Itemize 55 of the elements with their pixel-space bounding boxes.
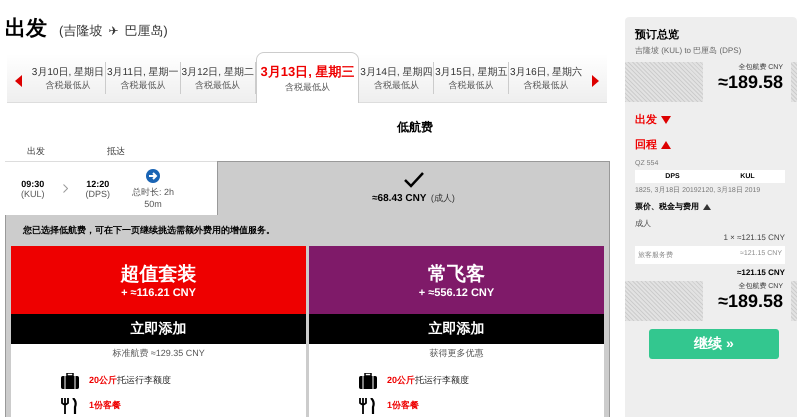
add-button[interactable]: 立即添加 bbox=[11, 314, 306, 344]
departure-code: (KUL) bbox=[21, 188, 45, 198]
check-icon bbox=[404, 172, 424, 188]
add-button[interactable]: 立即添加 bbox=[309, 314, 604, 344]
luggage-icon bbox=[359, 372, 377, 388]
bundle-note: 标准航费 ≈129.35 CNY bbox=[111, 347, 206, 360]
previous-arrow-icon[interactable] bbox=[15, 75, 23, 87]
fare-price: ≈68.43 CNY bbox=[372, 192, 426, 204]
luggage-icon bbox=[61, 372, 79, 388]
leg-toggle[interactable]: 回程 bbox=[635, 137, 797, 152]
date-tab[interactable]: 3月13日, 星期三 含税最低从 bbox=[256, 52, 360, 103]
feature-text: 1份客餐 bbox=[387, 399, 420, 412]
date-tab[interactable]: 3月10日, 星期日 含税最低从 bbox=[30, 62, 106, 94]
column-header: 出发 bbox=[27, 144, 45, 158]
summary-route: 吉隆坡 (KUL) to 巴厘岛 (DPS) bbox=[635, 45, 742, 56]
bundle-name: 超值套装 bbox=[120, 263, 196, 287]
date-tab[interactable]: 3月16日, 星期六 含税最低从 bbox=[509, 62, 584, 94]
summary-title: 预订总览 bbox=[635, 28, 680, 42]
next-arrow-icon[interactable] bbox=[591, 75, 600, 87]
bundle-name: 常飞客 bbox=[428, 262, 485, 287]
bundle-price: + ≈116.21 CNY bbox=[121, 287, 196, 299]
total-price: ≈189.58 bbox=[717, 291, 783, 312]
fork-knife-icon bbox=[61, 398, 79, 414]
bundle-price: + ≈556.12 CNY bbox=[418, 287, 494, 299]
notice-text: 您已选择低航费，可在下一页继续挑选需额外费用的增值服务。 bbox=[22, 224, 276, 237]
arrival-code: (DPS) bbox=[86, 188, 110, 198]
total-price: ≈189.58 bbox=[717, 72, 783, 93]
date-tab[interactable]: 3月15日, 星期五 含税最低从 bbox=[434, 62, 510, 94]
fare-column-title: 低航费 bbox=[397, 119, 433, 136]
date-tab[interactable]: 3月14日, 星期四 含税最低从 bbox=[359, 62, 434, 94]
departure-time: 09:30 bbox=[21, 178, 44, 188]
route-to: 巴厘岛) bbox=[124, 22, 168, 40]
fare-note: (成人) bbox=[430, 192, 455, 202]
column-header: 抵达 bbox=[107, 144, 125, 158]
leg-toggle[interactable]: 出发 bbox=[635, 112, 797, 127]
bundle-note: 获得更多优惠 bbox=[428, 347, 484, 360]
page-title: 出发 bbox=[5, 16, 47, 42]
feature-text: 20公斤托运行李额度 bbox=[387, 374, 470, 387]
triangle-icon bbox=[661, 116, 671, 124]
route-from: (吉隆坡 bbox=[59, 22, 102, 40]
triangle-icon bbox=[661, 140, 671, 148]
feature-text: 20公斤托运行李额度 bbox=[89, 374, 172, 387]
fork-knife-icon bbox=[359, 398, 377, 414]
triangle-icon bbox=[703, 204, 711, 210]
fare-cell[interactable]: ≈68.43 CNY (成人) bbox=[217, 161, 610, 215]
duration-text: 总时长: 2h 50m bbox=[131, 186, 176, 208]
arrival-time: 12:20 bbox=[86, 178, 110, 188]
feature-text: 1份客餐 bbox=[89, 399, 122, 412]
plane-icon: ✈ bbox=[108, 24, 118, 38]
subtotal: ≈121.15 CNY bbox=[736, 268, 786, 277]
date-tab[interactable]: 3月11日, 星期一 含税最低从 bbox=[106, 62, 181, 94]
chevron-icon bbox=[62, 184, 68, 193]
fees-toggle[interactable]: 票价、税金与费用 bbox=[635, 201, 797, 212]
passenger-type: 成人 bbox=[635, 218, 652, 229]
passenger-fare: 1 × ≈121.15 CNY bbox=[722, 233, 786, 242]
